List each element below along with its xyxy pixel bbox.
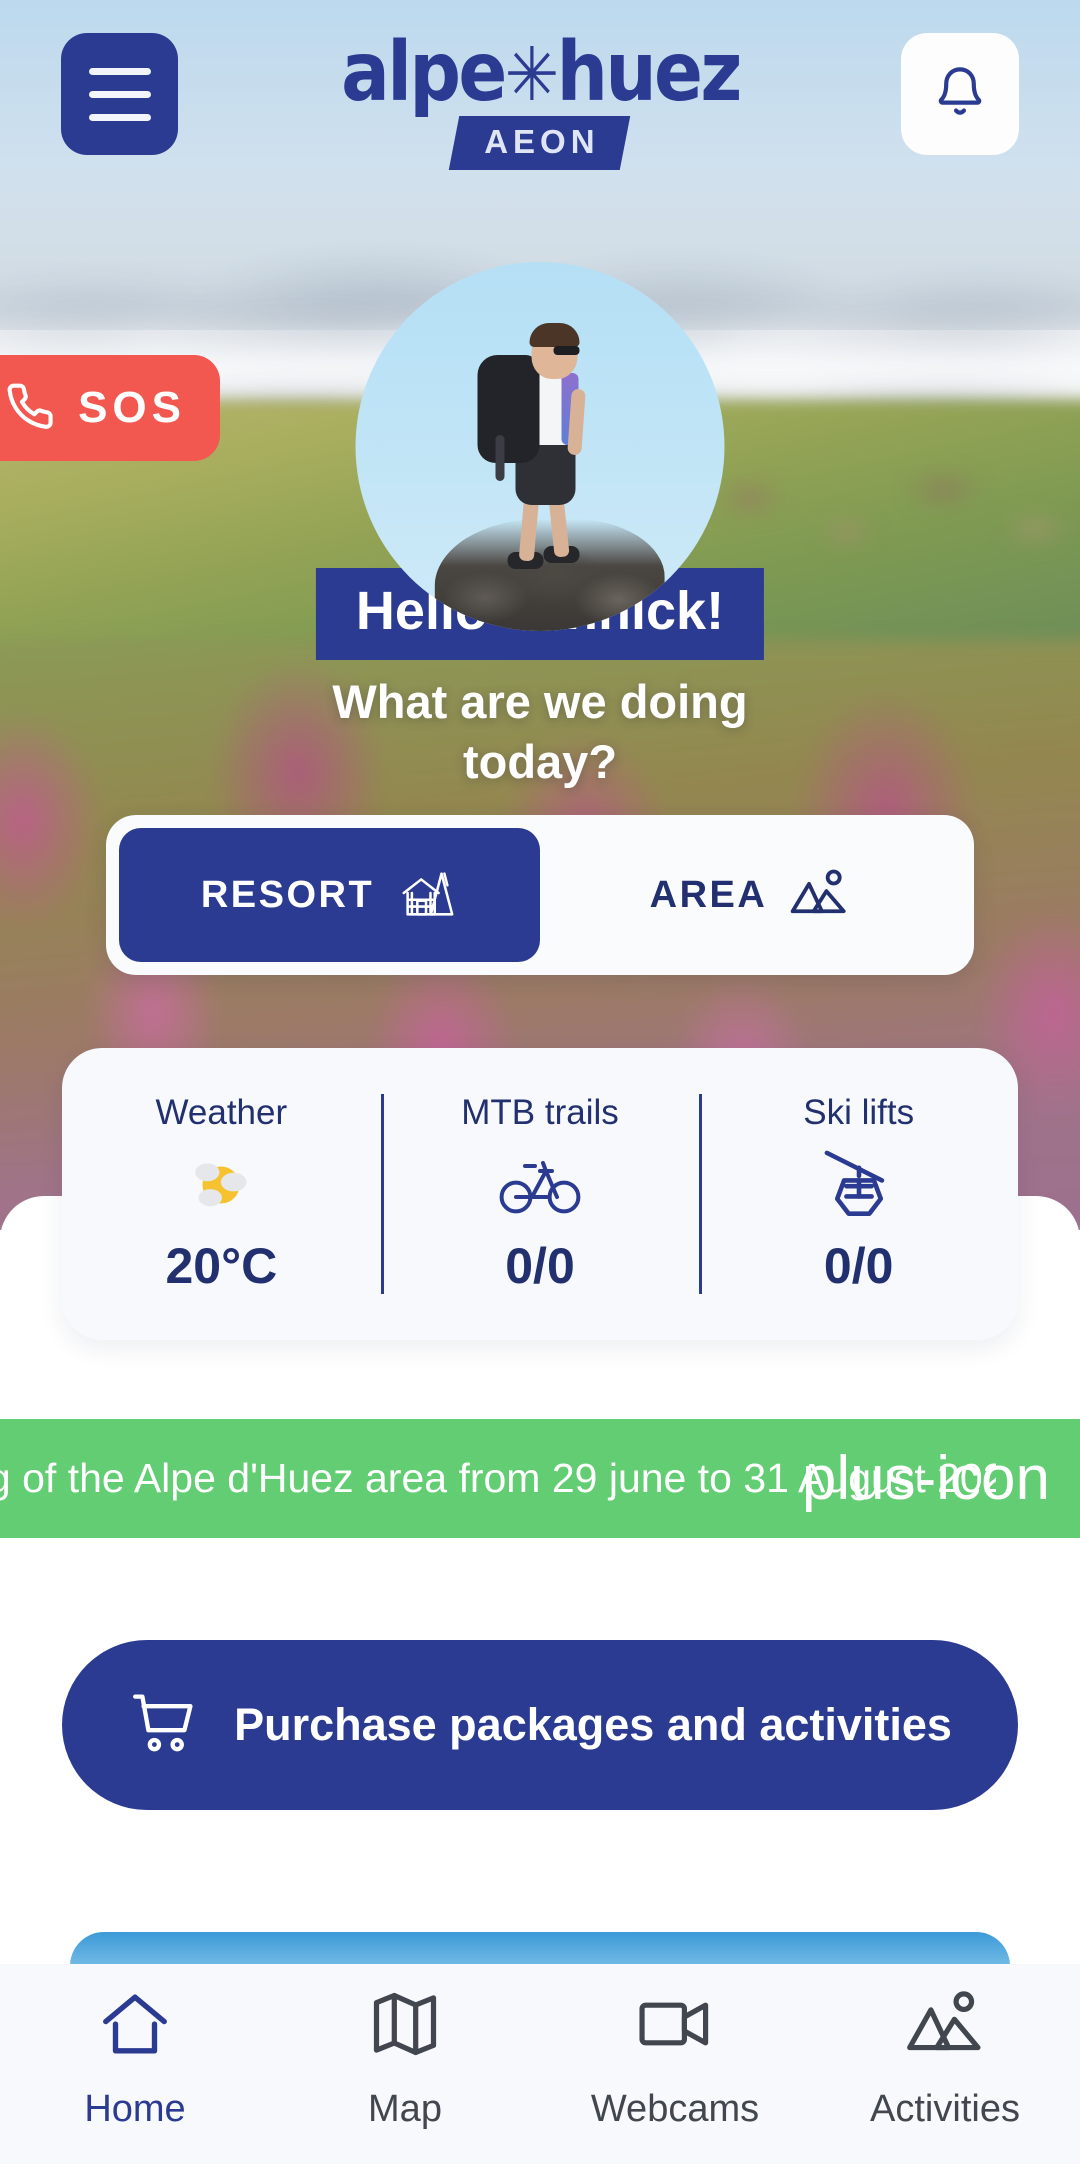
nav-item-home[interactable]: Home bbox=[0, 1964, 270, 2164]
purchase-label: Purchase packages and activities bbox=[234, 1699, 952, 1750]
tab-area-label: AREA bbox=[649, 873, 768, 916]
map-icon bbox=[367, 1984, 443, 2064]
video-camera-icon bbox=[635, 1984, 715, 2064]
tab-resort[interactable]: RESORT bbox=[119, 828, 540, 962]
nav-item-webcams[interactable]: Webcams bbox=[540, 1964, 810, 2164]
nav-activities-label: Activities bbox=[870, 2087, 1020, 2130]
nav-item-map[interactable]: Map bbox=[270, 1964, 540, 2164]
question-line-1: What are we doing bbox=[332, 675, 748, 728]
sos-label: SOS bbox=[78, 383, 186, 432]
notification-bell-icon[interactable] bbox=[901, 33, 1019, 155]
sun-cloud-icon bbox=[182, 1146, 260, 1224]
mountains-sun-icon bbox=[789, 864, 851, 927]
stat-mtb-value: 0/0 bbox=[505, 1238, 575, 1294]
greeting-question: What are we doing today? bbox=[0, 672, 1080, 792]
conditions-card: Weather 20°C MTB trails 0/0 Ski lifts 0/… bbox=[62, 1048, 1018, 1340]
aeon-badge: AEON bbox=[449, 116, 631, 170]
stat-ski-lifts[interactable]: Ski lifts 0/0 bbox=[699, 1048, 1018, 1340]
home-icon bbox=[96, 1984, 174, 2064]
snowflake-icon: ✳ bbox=[504, 32, 559, 118]
logo-wordmark: alpe✳huez bbox=[341, 32, 742, 114]
shopping-cart-icon bbox=[128, 1687, 200, 1764]
stat-ski-value: 0/0 bbox=[823, 1238, 894, 1294]
avatar[interactable] bbox=[355, 262, 725, 631]
avatar-backpack bbox=[477, 355, 540, 463]
nav-home-label: Home bbox=[84, 2087, 186, 2130]
tab-resort-label: RESORT bbox=[200, 873, 375, 916]
stat-weather[interactable]: Weather 20°C bbox=[62, 1048, 381, 1340]
chalet-icon bbox=[396, 862, 458, 929]
logo-text-part2: huez bbox=[556, 25, 742, 120]
bottom-navigation: Home Map Webcams Activities bbox=[0, 1964, 1080, 2164]
gondola-lift-icon bbox=[820, 1146, 898, 1224]
avatar-sunglasses bbox=[553, 346, 580, 355]
nav-webcams-label: Webcams bbox=[590, 2087, 760, 2130]
plus-icon[interactable]: plus-icon bbox=[802, 1447, 1050, 1510]
nav-map-label: Map bbox=[368, 2087, 442, 2130]
bicycle-icon bbox=[498, 1146, 582, 1224]
logo-text-part1: alpe bbox=[340, 25, 507, 120]
resort-area-toggle: RESORT AREA bbox=[106, 815, 974, 975]
tab-area[interactable]: AREA bbox=[540, 828, 961, 962]
question-line-2: today? bbox=[462, 735, 618, 789]
app-root: alpe✳huez AEON SOS Hello What are we doi… bbox=[0, 0, 1080, 2164]
sos-button[interactable]: SOS bbox=[0, 355, 220, 461]
stat-mtb-trails[interactable]: MTB trails 0/0 bbox=[380, 1048, 700, 1340]
mountains-sun-icon bbox=[905, 1984, 985, 2064]
stat-ski-label: Ski lifts bbox=[803, 1093, 915, 1132]
stat-weather-label: Weather bbox=[155, 1093, 288, 1132]
avatar-backpack-strap bbox=[495, 435, 505, 481]
avatar-hair bbox=[529, 323, 580, 347]
phone-icon bbox=[4, 380, 56, 437]
announcement-banner[interactable]: ing of the Alpe d'Huez area from 29 june… bbox=[0, 1419, 1080, 1538]
purchase-packages-button[interactable]: Purchase packages and activities bbox=[62, 1640, 1018, 1810]
stat-mtb-label: MTB trails bbox=[461, 1093, 619, 1132]
aeon-badge-label: AEON bbox=[484, 123, 600, 160]
stat-weather-value: 20°C bbox=[165, 1238, 278, 1294]
nav-item-activities[interactable]: Activities bbox=[810, 1964, 1080, 2164]
top-bar: alpe✳huez AEON bbox=[0, 0, 1080, 200]
avatar-rock bbox=[434, 519, 665, 631]
